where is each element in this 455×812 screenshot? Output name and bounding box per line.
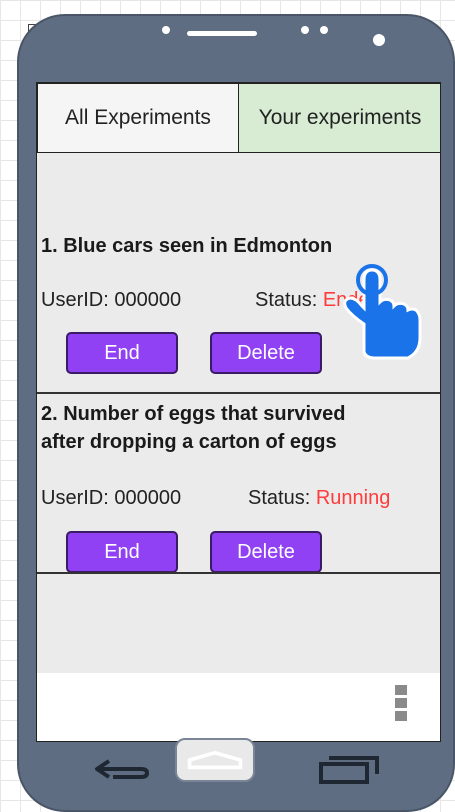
card-divider [37, 392, 440, 394]
speaker-grille [187, 31, 257, 36]
end-button-label: End [104, 341, 140, 364]
home-button[interactable] [175, 738, 255, 782]
status-label: Status: [255, 289, 318, 311]
end-button[interactable]: End [66, 531, 178, 573]
delete-button[interactable]: Delete [210, 332, 322, 374]
delete-button-label: Delete [237, 540, 295, 563]
tab-your-experiments[interactable]: Your experiments [238, 83, 440, 153]
experiment-status: Status: Running [248, 487, 390, 510]
status-value: Running [315, 487, 391, 509]
delete-button[interactable]: Delete [210, 531, 322, 573]
experiment-title-line: 1. Blue cars seen in Edmonton [41, 235, 333, 257]
camera-dot [373, 34, 385, 46]
app-screen: All Experiments Your experiments 1. Blue… [36, 82, 441, 742]
experiment-title: 1. Blue cars seen in Edmonton [41, 232, 332, 260]
experiment-userid: UserID: 000000 [41, 289, 182, 311]
recent-apps-icon[interactable] [315, 752, 385, 786]
end-button[interactable]: End [66, 332, 178, 374]
tab-all-experiments[interactable]: All Experiments [37, 83, 239, 153]
experiment-title-line: 2. Number of eggs that survived [41, 403, 346, 425]
card-divider [37, 572, 440, 574]
experiment-title: 2. Number of eggs that survived after dr… [41, 400, 346, 456]
delete-button-label: Delete [237, 341, 295, 364]
experiment-title-line: after dropping a carton of eggs [41, 431, 337, 453]
tab-all-label: All Experiments [65, 106, 211, 129]
bottom-bar [37, 673, 440, 741]
pointer-hand-icon [343, 264, 422, 360]
back-icon[interactable] [93, 755, 153, 783]
sensor-dot [301, 26, 309, 34]
overflow-menu-icon[interactable] [395, 685, 407, 723]
experiment-userid: UserID: 000000 [41, 487, 182, 509]
tab-yours-label: Your experiments [258, 106, 422, 129]
status-label: Status: [248, 487, 311, 509]
sensor-dot [162, 26, 170, 34]
end-button-label: End [104, 540, 140, 563]
sensor-dot [320, 26, 328, 34]
home-icon [187, 750, 243, 770]
